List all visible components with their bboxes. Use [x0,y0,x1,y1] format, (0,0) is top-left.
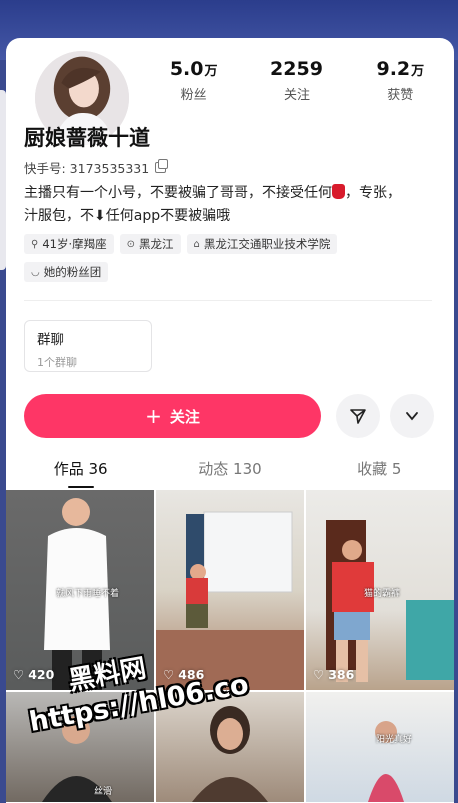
like-count-value: 486 [178,667,205,682]
tag-label: 黑龙江 [139,237,174,251]
fan-group-icon: ◡ [31,266,40,278]
follow-button[interactable]: + 关注 [24,394,321,438]
video-thumbnail[interactable]: ♡ 486 [156,490,304,690]
tag-school[interactable]: ⌂ 黑龙江交通职业技术学院 [186,234,338,254]
video-thumbnail[interactable]: 猫的霸裤 ♡ 386 [306,490,454,690]
location-icon: ⊙ [126,238,136,250]
tag-label: 黑龙江交通职业技术学院 [203,237,331,251]
stat-label: 关注 [283,88,310,103]
stat-value: 5.0 [169,58,204,80]
stat-unit: 万 [204,64,218,79]
age-icon: ⚲ [31,238,39,250]
stat-unit: 万 [411,64,425,79]
divider [24,300,432,301]
tag-label: 41岁·摩羯座 [42,237,107,251]
school-icon: ⌂ [193,238,200,250]
profile-card: 5.0万 粉丝 2259 关注 9.2万 获赞 厨娘蔷薇十道 快手号: 3173… [6,38,454,803]
video-grid: 就风下雨睡不着 ♡ 420 ♡ 486 猫的霸裤 ♡ 386 丝滑 阳光真好 [6,490,454,802]
tag-fan-group[interactable]: ◡ 她的粉丝团 [24,262,109,282]
stat-value: 9.2 [376,58,411,80]
tag-row-2: ◡ 她的粉丝团 [24,262,109,282]
heart-icon: ♡ [163,667,175,682]
follow-label: 关注 [169,407,200,426]
video-caption: 就风下雨睡不着 [56,589,120,599]
video-caption: 猫的霸裤 [364,589,401,599]
like-count-value: 386 [328,667,355,682]
tab-works[interactable]: 作品 36 [6,452,155,488]
tag-location: ⊙ 黑龙江 [119,234,181,254]
kuaishou-id: 快手号: 3173535331 [24,161,150,176]
group-chat-title: 群聊 [37,332,64,348]
copy-icon[interactable] [155,159,169,173]
tab-moments[interactable]: 动态 130 [155,452,304,486]
share-button[interactable] [336,394,380,438]
kuaishou-id-row[interactable]: 快手号: 3173535331 [24,158,169,177]
video-caption: 阳光真好 [376,735,413,745]
send-icon [350,409,366,424]
like-count: ♡ 486 [163,667,204,682]
video-thumbnail[interactable]: 就风下雨睡不着 ♡ 420 [6,490,154,690]
stat-following[interactable]: 2259 关注 [252,58,342,118]
stat-value: 2259 [270,58,323,80]
person-figure [368,721,404,802]
chevron-down-icon [406,412,418,421]
more-button[interactable] [390,394,434,438]
down-arrow-icon: ⬇ [94,208,106,224]
heart-icon: ♡ [13,667,25,682]
like-count: ♡ 420 [13,667,54,682]
video-caption: 丝滑 [94,787,113,797]
bio-text: 任何app不要被骗哦 [105,208,231,224]
video-thumbnail[interactable] [156,692,304,802]
plus-icon: + [145,404,162,428]
person-figure [42,716,112,802]
tag-label: 她的粉丝团 [43,265,102,279]
group-chat-card[interactable]: 群聊 1个群聊 [24,320,152,372]
profile-name: 厨娘蔷薇十道 [24,126,150,150]
profile-bio: 主播只有一个小号，不要被骗了哥哥，不接受任何 ，专张， 汁服包，不⬇任何app不要… [24,182,434,228]
like-count-value: 420 [28,667,55,682]
stat-label: 粉丝 [180,88,207,103]
tab-favorites[interactable]: 收藏 5 [305,452,454,486]
like-count: ♡ 386 [313,667,354,682]
room-scene [156,511,304,690]
video-thumbnail[interactable]: 丝滑 [6,692,154,802]
person-figure [192,706,268,802]
group-chat-subtitle: 1个群聊 [37,356,77,369]
stat-label: 获赞 [387,88,414,103]
content-tabs: 作品 36 动态 130 收藏 5 [6,452,454,488]
stat-likes[interactable]: 9.2万 获赞 [355,58,445,118]
stat-fans[interactable]: 5.0万 粉丝 [149,58,239,118]
red-packet-icon [332,184,345,199]
video-thumbnail[interactable]: 阳光真好 [306,692,454,802]
heart-icon: ♡ [313,667,325,682]
bio-text: 主播只有一个小号，不要被骗了哥哥，不接受任何 [24,185,332,201]
tag-row: ⚲ 41岁·摩羯座 ⊙ 黑龙江 ⌂ 黑龙江交通职业技术学院 [24,234,444,254]
bio-text: 汁服包，不 [24,208,94,224]
bio-text: ，专张， [345,185,401,201]
tag-age: ⚲ 41岁·摩羯座 [24,234,114,254]
stats-row: 5.0万 粉丝 2259 关注 9.2万 获赞 [142,58,452,118]
